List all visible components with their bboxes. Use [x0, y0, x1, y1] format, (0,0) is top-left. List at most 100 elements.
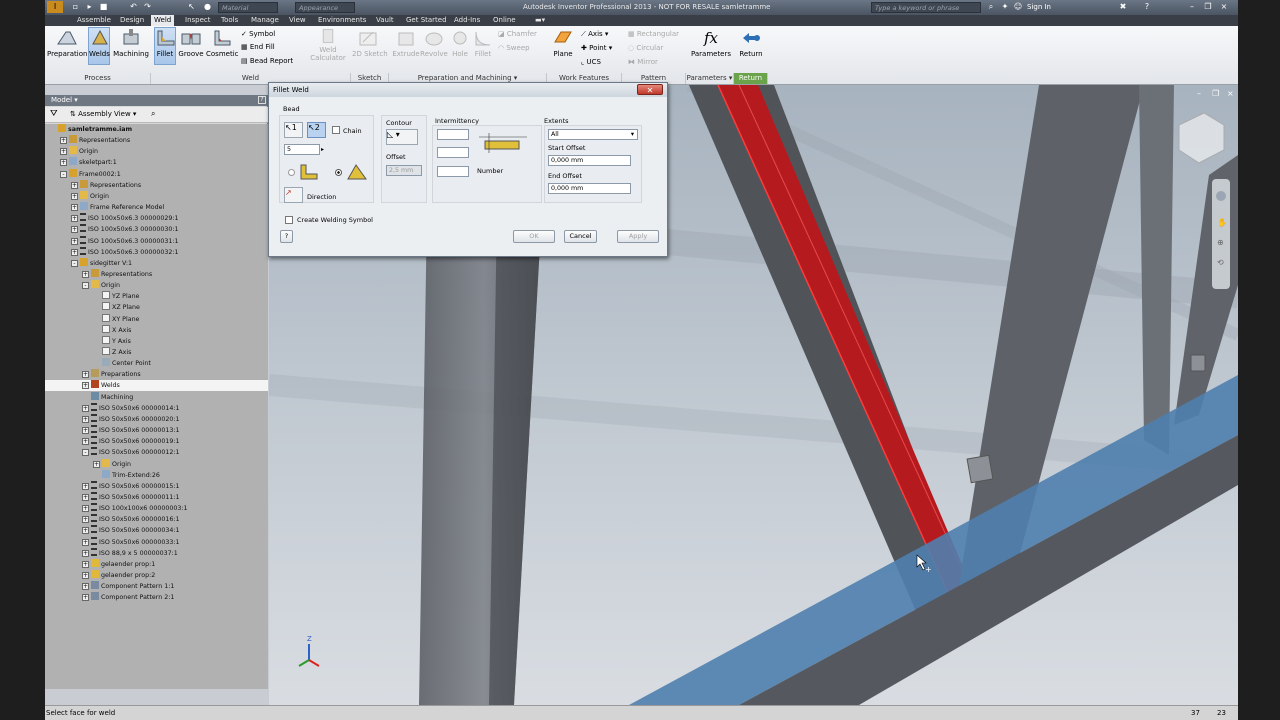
revolve-button[interactable]: Revolve [420, 28, 448, 64]
tab-get-started[interactable]: Get Started [403, 15, 450, 26]
expand-icon[interactable]: + [82, 527, 89, 535]
expand-icon[interactable]: + [82, 549, 89, 557]
apply-button[interactable]: Apply [617, 230, 659, 243]
app-menu-button[interactable]: I [47, 1, 63, 13]
tree-node[interactable]: - Frame0002:1 [45, 168, 268, 180]
tree-node[interactable]: XY Plane [45, 313, 268, 325]
subscription-icon[interactable]: ✦ [1000, 2, 1010, 12]
tree-node[interactable]: Z Axis [45, 347, 268, 358]
tab-weld[interactable]: Weld [151, 15, 175, 26]
tree-node[interactable]: + Representations [45, 268, 268, 280]
expand-icon[interactable]: + [60, 159, 67, 167]
expand-icon[interactable]: + [82, 538, 89, 546]
tab-manage[interactable]: Manage [248, 15, 282, 26]
groove-button[interactable]: Groove [178, 28, 204, 64]
tab-design[interactable]: Design [117, 15, 147, 26]
navigation-bar[interactable]: ✋ ⊕ ⟲ [1212, 179, 1230, 289]
expand-icon[interactable]: + [82, 404, 89, 412]
tree-node[interactable]: + ISO 50x50x6 00000034:1 [45, 525, 268, 536]
group-parameters[interactable]: Parameters ▾ [686, 73, 734, 84]
tab-view[interactable]: View [286, 15, 309, 26]
redo-icon[interactable]: ↷ [141, 1, 154, 13]
bead-select-1-button[interactable]: ↖1 [284, 122, 303, 138]
tree-node[interactable]: + ISO 50x50x6 00000033:1 [45, 536, 268, 548]
pan-icon[interactable]: ✋ [1217, 217, 1227, 227]
tree-node[interactable]: + Frame Reference Model [45, 202, 268, 213]
expand-icon[interactable]: + [71, 237, 78, 245]
hole-button[interactable]: Hole [449, 28, 471, 64]
dialog-close-button[interactable]: ✕ [637, 84, 663, 95]
help-icon[interactable]: ? [1142, 2, 1152, 12]
cosmetic-button[interactable]: Cosmetic [206, 28, 238, 64]
tab-add-ins[interactable]: Add-Ins [451, 15, 483, 26]
expand-icon[interactable]: + [82, 505, 89, 513]
bead-size-arrow-icon[interactable]: ▸ [321, 146, 324, 153]
intermittency-length-input[interactable] [437, 129, 469, 140]
tree-node[interactable]: + Representations [45, 179, 268, 191]
tab-vault[interactable]: Vault [373, 15, 397, 26]
bead-report-button[interactable]: ▤ Bead Report [241, 56, 293, 67]
machining-button[interactable]: Machining [112, 28, 150, 64]
expand-icon[interactable]: + [71, 248, 78, 256]
bead-type-radio-2[interactable] [335, 169, 342, 176]
preparation-button[interactable]: Preparation [47, 28, 87, 64]
undo-icon[interactable]: ↶ [127, 1, 140, 13]
tree-node[interactable]: - ISO 50x50x6 00000012:1 [45, 447, 268, 458]
exchange-icon[interactable]: ✖ [1118, 2, 1128, 12]
tree-node[interactable]: + skeletpart:1 [45, 157, 268, 168]
color-icon[interactable]: ● [201, 1, 214, 13]
orbit-icon[interactable]: ⟲ [1217, 258, 1224, 267]
tree-node[interactable]: + ISO 50x50x6 00000019:1 [45, 436, 268, 447]
expand-icon[interactable]: + [82, 438, 89, 446]
collapse-icon[interactable]: - [60, 170, 67, 178]
expand-icon[interactable]: + [71, 215, 78, 223]
bracket-plate-right[interactable] [1190, 354, 1206, 372]
expand-icon[interactable]: + [71, 181, 78, 189]
offset-input[interactable]: 2,5 mm [386, 165, 422, 176]
tree-node[interactable]: XZ Plane [45, 302, 268, 313]
weld-calculator-button[interactable]: Weld Calculator [310, 28, 346, 70]
expand-icon[interactable]: + [71, 192, 78, 200]
material-dropdown[interactable]: Material [218, 2, 278, 13]
tree-node[interactable]: + Origin [45, 190, 268, 202]
circular-pattern-button[interactable]: ◌ Circular [628, 43, 663, 54]
right-vertical-beam[interactable] [1139, 85, 1174, 455]
return-button[interactable]: Return [737, 28, 765, 64]
steering-wheel-icon[interactable] [1216, 191, 1226, 201]
tree-node[interactable]: Machining [45, 391, 268, 403]
select-icon[interactable]: ↖ [185, 1, 198, 13]
find-binoculars-icon[interactable]: ⌕ [151, 109, 155, 119]
axis-button[interactable]: ⟋ Axis ▾ [581, 29, 608, 40]
extents-dropdown[interactable]: All ▾ [548, 129, 638, 140]
ok-button[interactable]: OK [513, 230, 555, 243]
direction-button[interactable]: ↗ [284, 187, 303, 203]
plane-button[interactable]: Plane [550, 28, 576, 64]
collapse-icon[interactable]: - [82, 282, 89, 290]
chain-checkbox[interactable] [332, 126, 340, 134]
expand-icon[interactable]: + [82, 382, 89, 390]
tree-node[interactable]: + Preparations [45, 369, 268, 380]
tree-node[interactable]: + Welds [45, 380, 268, 392]
end-fill-button[interactable]: ▦ End Fill [241, 42, 275, 53]
tree-node[interactable]: + Representations [45, 135, 268, 146]
tree-node[interactable]: Center Point [45, 358, 268, 369]
tree-node[interactable]: Trim-Extend:26 [45, 469, 268, 481]
viewport-restore-icon[interactable]: ❐ [1212, 89, 1219, 98]
restore-button[interactable]: ❐ [1203, 2, 1213, 12]
expand-icon[interactable]: + [82, 560, 89, 568]
tree-node[interactable]: + ISO 100x50x6.3 00000032:1 [45, 246, 268, 258]
welds-button[interactable]: Welds [88, 27, 110, 65]
expand-icon[interactable]: + [82, 415, 89, 423]
ucs-button[interactable]: ⌞ UCS [581, 57, 601, 68]
tab-tools[interactable]: Tools [218, 15, 241, 26]
symbol-button[interactable]: ✓ Symbol [241, 29, 275, 40]
appearance-dropdown[interactable]: Appearance [295, 2, 355, 13]
collapse-icon[interactable]: - [82, 449, 89, 457]
bead-size-input[interactable]: 5 [284, 144, 320, 155]
save-icon[interactable]: ■ [97, 1, 110, 13]
tree-node[interactable]: + ISO 50x50x6 00000014:1 [45, 402, 268, 414]
tree-node[interactable]: + Origin [45, 146, 268, 157]
expand-icon[interactable]: + [82, 371, 89, 379]
expand-icon[interactable]: + [82, 516, 89, 524]
tree-node[interactable]: + ISO 100x50x6.3 00000030:1 [45, 224, 268, 235]
